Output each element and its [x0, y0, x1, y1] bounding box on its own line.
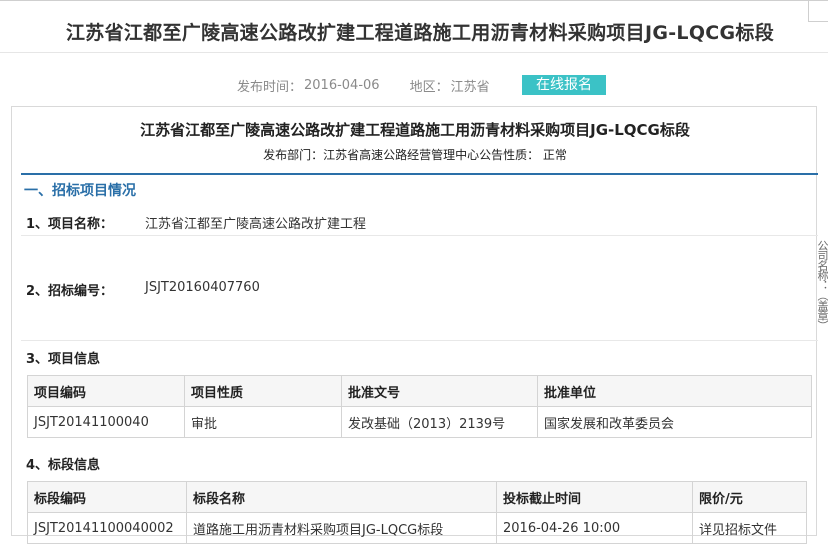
title-divider: [0, 52, 828, 53]
table-row: JSJT20141100040 审批 发改基础（2013）2139号 国家发展和…: [27, 406, 812, 438]
announcement-document: 江苏省江都至广陵高速公路改扩建工程道路施工用沥青材料采购项目JG-LQCG标段 …: [11, 106, 818, 544]
publish-label: 发布时间：: [237, 79, 303, 95]
table-cell: 2016-04-26 10:00: [496, 512, 693, 544]
document-publisher-line: 发布部门：江苏省高速公路经营管理中心公告性质： 正常: [263, 148, 567, 162]
table-cell: 道路施工用沥青材料采购项目JG-LQCG标段: [186, 512, 497, 544]
online-signup-button[interactable]: 在线报名: [522, 75, 606, 95]
table-cell: 审批: [184, 406, 342, 438]
bid-number-value: JSJT20160407760: [145, 280, 260, 295]
table-header-cell: 限价/元: [692, 481, 807, 513]
table-header-cell: 项目编码: [27, 375, 185, 407]
table-cell: 国家发展和改革委员会: [537, 406, 812, 438]
table-cell: 发改基础（2013）2139号: [341, 406, 538, 438]
table-header-cell: 项目性质: [184, 375, 342, 407]
project-info-table: 项目编码 项目性质 批准文号 批准单位 JSJT20141100040 审批 发…: [27, 375, 812, 438]
section-heading-bid-project: 一、招标项目情况: [24, 183, 136, 199]
section-divider: [21, 173, 818, 175]
top-border-line: [0, 0, 828, 1]
table-cell: JSJT20141100040: [27, 406, 185, 438]
publish-meta: 发布时间： 2016-04-06 地区： 江苏省: [237, 75, 490, 95]
project-name-value: 江苏省江都至广陵高速公路改扩建工程: [145, 217, 367, 232]
page-title: 江苏省江都至广陵高速公路改扩建工程道路施工用沥青材料采购项目JG-LQCG标段: [65, 22, 775, 44]
section-info-table: 标段编码 标段名称 投标截止时间 限价/元 JSJT20141100040002…: [27, 481, 807, 544]
project-name-label: 1、项目名称：: [26, 217, 114, 232]
row-divider: [21, 340, 818, 341]
table-cell: 详见招标文件: [692, 512, 807, 544]
table-row: JSJT20141100040002 道路施工用沥青材料采购项目JG-LQCG标…: [27, 512, 807, 544]
table-header-cell: 标段编码: [27, 481, 187, 513]
table-header-row: 标段编码 标段名称 投标截止时间 限价/元: [27, 481, 807, 513]
table-header-cell: 批准文号: [341, 375, 538, 407]
table-header-cell: 标段名称: [186, 481, 497, 513]
publish-date: 2016-04-06: [304, 77, 380, 93]
section-info-label: 4、标段信息: [26, 458, 101, 473]
table-cell: JSJT20141100040002: [27, 512, 187, 544]
table-header-row: 项目编码 项目性质 批准文号 批准单位: [27, 375, 812, 407]
row-divider: [21, 235, 818, 236]
table-header-cell: 批准单位: [537, 375, 812, 407]
side-vertical-text: 公司名称：（盖章）: [816, 240, 828, 330]
region-label: 地区：: [409, 79, 449, 95]
table-header-cell: 投标截止时间: [496, 481, 693, 513]
bid-number-label: 2、招标编号：: [26, 284, 114, 299]
document-title: 江苏省江都至广陵高速公路改扩建工程道路施工用沥青材料采购项目JG-LQCG标段: [140, 121, 690, 139]
region-value: 江苏省: [450, 79, 490, 95]
project-info-label: 3、项目信息: [26, 352, 101, 367]
